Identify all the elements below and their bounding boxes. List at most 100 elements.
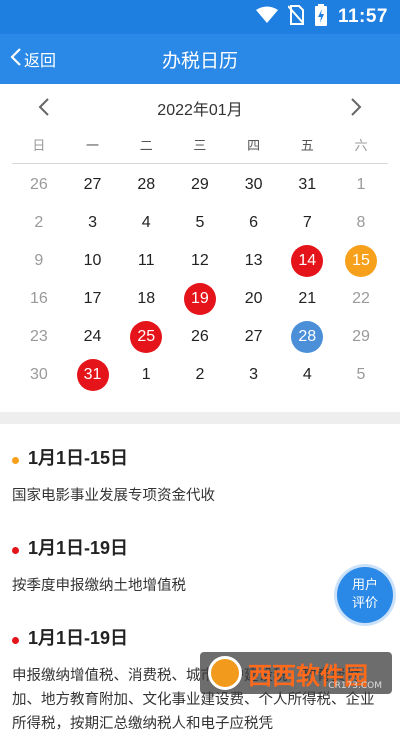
calendar-day[interactable]: 2 <box>12 204 66 242</box>
calendar-day[interactable]: 4 <box>280 356 334 394</box>
calendar-day[interactable]: 21 <box>280 280 334 318</box>
calendar-day-highlighted[interactable]: 15 <box>334 242 388 280</box>
calendar-day[interactable]: 27 <box>66 166 120 204</box>
calendar-day[interactable]: 3 <box>227 356 281 394</box>
fab-label-line2: 评价 <box>351 596 378 611</box>
calendar-day[interactable]: 5 <box>334 356 388 394</box>
calendar-day[interactable]: 8 <box>334 204 388 242</box>
calendar-grid: 26 27 28 29 30 31 1 2 3 4 5 6 7 8 9 10 11 12 13 14 15 16 17 18 1… <box>12 166 388 394</box>
calendar-day[interactable]: 22 <box>334 280 388 318</box>
event-date: 1月1日-19日 <box>28 538 129 558</box>
weekday-header: 日 一 二 三 四 五 六 <box>12 134 388 164</box>
weekday-label: 三 <box>193 139 207 154</box>
calendar-day[interactable]: 12 <box>173 242 227 280</box>
calendar-day-number: 16 <box>29 290 48 307</box>
calendar-day-number: 13 <box>244 252 263 269</box>
calendar-day-number: 10 <box>83 252 102 269</box>
calendar-day-number: 15 <box>344 245 377 277</box>
calendar-day-number: 28 <box>137 176 156 193</box>
calendar-day[interactable]: 5 <box>173 204 227 242</box>
calendar-day-number: 28 <box>291 321 324 353</box>
calendar-day-highlighted[interactable]: 19 <box>173 280 227 318</box>
calendar-day[interactable]: 16 <box>12 280 66 318</box>
calendar-day[interactable]: 7 <box>280 204 334 242</box>
calendar-day[interactable]: 2 <box>173 356 227 394</box>
calendar-day[interactable]: 11 <box>119 242 173 280</box>
calendar-day-highlighted[interactable]: 25 <box>119 318 173 356</box>
calendar-day[interactable]: 30 <box>12 356 66 394</box>
calendar-day[interactable]: 1 <box>119 356 173 394</box>
calendar-day[interactable]: 17 <box>66 280 120 318</box>
calendar-day[interactable]: 3 <box>66 204 120 242</box>
calendar-day-number: 5 <box>356 366 366 383</box>
calendar-day[interactable]: 13 <box>227 242 281 280</box>
event-date: 1月1日-15日 <box>28 448 129 468</box>
event-item[interactable]: 1月1日-15日 国家电影事业发展专项资金代收 <box>0 436 400 508</box>
event-bullet-icon <box>12 457 19 464</box>
weekday-label: 六 <box>354 139 368 154</box>
calendar-day-number: 27 <box>83 176 102 193</box>
calendar-day[interactable]: 30 <box>227 166 281 204</box>
calendar-day-number: 11 <box>137 252 155 269</box>
month-navigator: 2022年01月 <box>0 90 400 124</box>
calendar-week-row: 9 10 11 12 13 14 15 <box>12 242 388 280</box>
status-bar: 11:57 <box>0 0 400 34</box>
calendar-day[interactable]: 29 <box>173 166 227 204</box>
calendar-day-number: 1 <box>356 176 366 193</box>
calendar-day[interactable]: 26 <box>12 166 66 204</box>
weekday-label: 日 <box>32 139 46 154</box>
calendar-day-number: 27 <box>244 328 263 345</box>
calendar-day-number: 3 <box>88 214 97 231</box>
calendar-day-number: 21 <box>298 290 317 307</box>
calendar-day-number: 30 <box>29 366 48 383</box>
calendar-day[interactable]: 28 <box>119 166 173 204</box>
calendar-day-highlighted[interactable]: 28 <box>280 318 334 356</box>
status-clock: 11:57 <box>337 6 388 27</box>
weekday-label: 四 <box>247 139 261 154</box>
calendar-day[interactable]: 24 <box>66 318 120 356</box>
fab-label-line1: 用户 <box>351 578 378 593</box>
calendar-day-number: 7 <box>302 214 312 231</box>
calendar-day[interactable]: 1 <box>334 166 388 204</box>
month-label: 2022年01月 <box>157 102 243 119</box>
event-bullet-icon <box>12 637 19 644</box>
no-sim-icon <box>287 5 305 29</box>
next-month-button[interactable] <box>344 96 366 118</box>
calendar-week-row: 2 3 4 5 6 7 8 <box>12 204 388 242</box>
wifi-icon <box>255 6 278 28</box>
calendar-week-row: 30 31 1 2 3 4 5 <box>12 356 388 394</box>
event-bullet-icon <box>12 547 19 554</box>
calendar-day[interactable]: 27 <box>227 318 281 356</box>
event-date: 1月1日-19日 <box>28 628 129 648</box>
calendar-day-number: 4 <box>141 214 151 231</box>
calendar-day[interactable]: 26 <box>173 318 227 356</box>
calendar-day[interactable]: 18 <box>119 280 173 318</box>
calendar-day-number: 31 <box>298 176 317 193</box>
calendar-day[interactable]: 9 <box>12 242 66 280</box>
page-title: 办税日历 <box>161 51 238 72</box>
calendar-day[interactable]: 20 <box>227 280 281 318</box>
calendar-day[interactable]: 6 <box>227 204 281 242</box>
weekday-label: 二 <box>139 139 153 154</box>
app-header: 返回 办税日历 <box>0 34 400 84</box>
calendar-day[interactable]: 23 <box>12 318 66 356</box>
battery-charging-icon <box>314 4 328 30</box>
calendar-day-number: 2 <box>195 366 205 383</box>
calendar-day-number: 26 <box>29 176 48 193</box>
calendar-day-number: 4 <box>302 366 312 383</box>
calendar-day-number: 22 <box>352 290 370 307</box>
calendar-day-number: 29 <box>191 176 209 193</box>
calendar-day-highlighted[interactable]: 31 <box>66 356 120 394</box>
calendar-day[interactable]: 10 <box>66 242 120 280</box>
calendar-day-number: 18 <box>137 290 156 307</box>
calendar-day-number: 20 <box>244 290 263 307</box>
user-review-button[interactable]: 用户 评价 <box>337 567 393 623</box>
calendar-day-number: 9 <box>34 252 44 269</box>
weekday-label: 一 <box>86 139 100 154</box>
calendar-day-highlighted[interactable]: 14 <box>280 242 334 280</box>
calendar-day[interactable]: 29 <box>334 318 388 356</box>
calendar-day-number: 25 <box>130 321 163 353</box>
calendar-day[interactable]: 31 <box>280 166 334 204</box>
calendar-day[interactable]: 4 <box>119 204 173 242</box>
calendar-day-number: 26 <box>191 328 209 345</box>
